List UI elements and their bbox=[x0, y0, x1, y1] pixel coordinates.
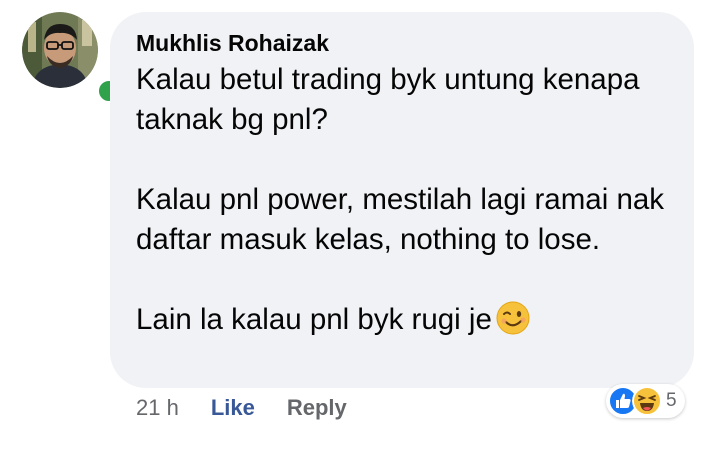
comment-actions: 21 h Like Reply bbox=[136, 395, 347, 421]
avatar-container[interactable] bbox=[22, 12, 122, 104]
avatar[interactable] bbox=[22, 12, 98, 88]
comment-paragraph-text: Lain la kalau pnl byk rugi je bbox=[136, 303, 492, 336]
reactions-summary[interactable]: 5 bbox=[606, 384, 685, 418]
comment-paragraph: Kalau pnl power, mestilah lagi ramai nak… bbox=[136, 183, 665, 256]
comment-author-name[interactable]: Mukhlis Rohaizak bbox=[136, 30, 329, 57]
comment-paragraph: Kalau betul trading byk untung kenapa ta… bbox=[136, 63, 640, 136]
comment-body: Kalau betul trading byk untung kenapa ta… bbox=[136, 60, 681, 340]
like-button[interactable]: Like bbox=[211, 395, 255, 421]
haha-reaction-icon bbox=[632, 386, 662, 416]
comment-paragraph-last: Lain la kalau pnl byk rugi je bbox=[136, 300, 681, 340]
comment-timestamp[interactable]: 21 h bbox=[136, 395, 179, 421]
comment-screen: Mukhlis Rohaizak Kalau betul trading byk… bbox=[0, 0, 720, 453]
reply-button[interactable]: Reply bbox=[287, 395, 347, 421]
reaction-count: 5 bbox=[666, 390, 677, 411]
winking-face-icon bbox=[496, 301, 530, 335]
